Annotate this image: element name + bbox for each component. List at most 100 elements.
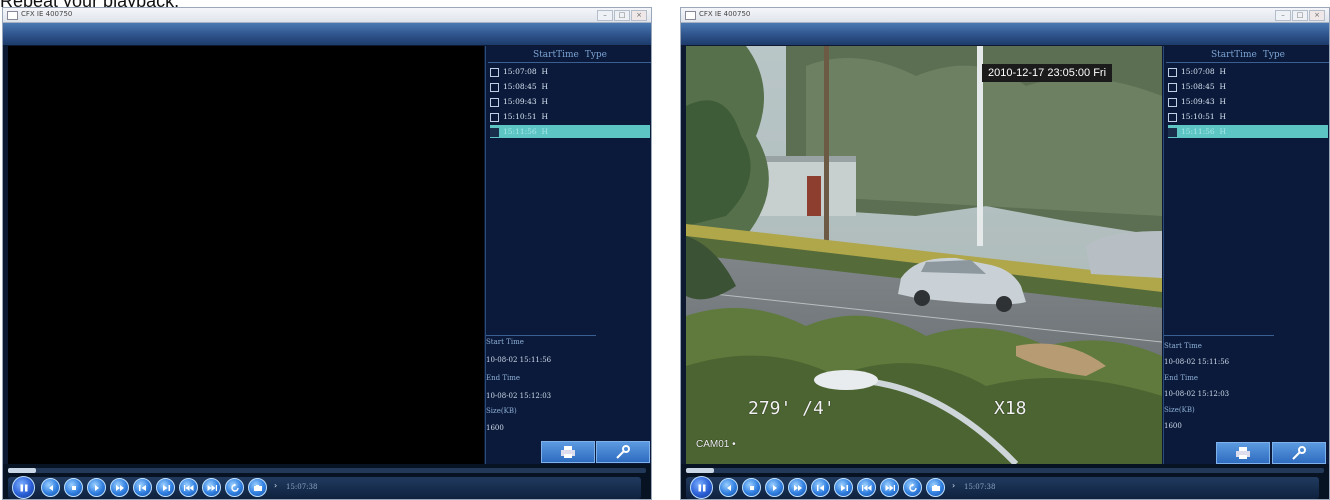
record-checkbox[interactable] [490, 67, 499, 77]
repeat-icon [230, 483, 239, 492]
prev-button[interactable] [41, 478, 60, 497]
maximize-button[interactable]: □ [1292, 10, 1308, 21]
time-arrow-icon: › [274, 481, 278, 490]
record-row[interactable]: 15:08:45 H [1168, 80, 1328, 93]
play-icon [772, 484, 777, 491]
record-row-selected[interactable]: 15:11:56 H [1168, 125, 1328, 138]
osd-camera-label: CAM01 [696, 439, 730, 450]
record-type: H [1219, 97, 1227, 106]
record-checkbox-checked[interactable] [1168, 127, 1177, 137]
record-checkbox[interactable] [490, 97, 499, 107]
start-time-column-header[interactable]: StartTime [533, 50, 579, 60]
end-time-label: End Time [1164, 374, 1199, 382]
progress-bar[interactable] [8, 468, 646, 473]
progress-knob[interactable] [8, 468, 36, 473]
play-button[interactable] [765, 478, 784, 497]
close-button[interactable]: × [631, 10, 647, 21]
window-title: CFX IE 400750 [21, 10, 73, 18]
next-frame-icon [840, 484, 848, 491]
record-row-selected[interactable]: 15:11:56 H [490, 125, 650, 138]
record-row[interactable]: 15:08:45 H [490, 80, 650, 93]
playback-window-left: CFX IE 400750 – □ × StartTime Type 15:07:… [2, 7, 652, 500]
size-value: 1600 [486, 424, 504, 432]
size-label: Size(KB) [1164, 406, 1195, 414]
prev-button[interactable] [719, 478, 738, 497]
record-list-header: StartTime Type [1164, 50, 1329, 62]
size-value: 1600 [1164, 422, 1182, 430]
repeat-button[interactable] [903, 478, 922, 497]
record-checkbox[interactable] [1168, 82, 1177, 92]
end-time-value: 10-08-02 15:12:03 [486, 392, 552, 400]
fast-forward-button[interactable] [788, 478, 807, 497]
progress-knob[interactable] [686, 468, 714, 473]
osd-zoom: X18 [994, 398, 1027, 419]
start-time-value: 10-08-02 15:11:56 [1164, 358, 1230, 366]
minimize-button[interactable]: – [1275, 10, 1291, 21]
osd-pan-tilt: 279' /4' [748, 398, 835, 419]
record-checkbox[interactable] [1168, 97, 1177, 107]
next-frame-icon [162, 484, 170, 491]
stop-button[interactable] [64, 478, 83, 497]
record-sidebar: StartTime Type 15:07:08 H 15:08:45 H 15:0… [1163, 46, 1329, 464]
type-column-header[interactable]: Type [585, 50, 607, 60]
header-strip [3, 23, 651, 45]
fast-forward-button[interactable] [110, 478, 129, 497]
snapshot-icon [253, 484, 262, 491]
record-time: 15:08:45 [1181, 82, 1215, 91]
skip-forward-button[interactable] [880, 478, 899, 497]
next-frame-button[interactable] [156, 478, 175, 497]
skip-forward-button[interactable] [202, 478, 221, 497]
record-type: H [1219, 127, 1227, 136]
settings-button[interactable] [1272, 442, 1326, 464]
video-area[interactable] [8, 46, 484, 464]
record-row[interactable]: 15:10:51 H [1168, 110, 1328, 123]
size-label: Size(KB) [486, 407, 517, 415]
next-frame-button[interactable] [834, 478, 853, 497]
video-area[interactable]: 2010-12-17 23:05:00 Fri 279' /4' X18 CAM… [686, 46, 1162, 464]
stop-icon [749, 485, 754, 490]
maximize-button[interactable]: □ [614, 10, 630, 21]
backup-button[interactable] [541, 441, 595, 463]
record-checkbox[interactable] [490, 112, 499, 122]
type-column-header[interactable]: Type [1263, 50, 1285, 60]
record-checkbox[interactable] [490, 82, 499, 92]
control-toolbar: › 15:07:38 [686, 476, 1319, 499]
record-checkbox-checked[interactable] [490, 127, 499, 137]
progress-bar[interactable] [686, 468, 1324, 473]
record-time: 15:11:56 [1181, 127, 1215, 136]
record-row[interactable]: 15:09:43 H [1168, 95, 1328, 108]
window-title: CFX IE 400750 [699, 10, 751, 18]
pause-button[interactable] [12, 476, 35, 499]
pause-button[interactable] [690, 476, 713, 499]
close-button[interactable]: × [1309, 10, 1325, 21]
record-type: H [541, 112, 549, 121]
record-row[interactable]: 15:07:08 H [490, 65, 650, 78]
backup-button[interactable] [1216, 442, 1270, 464]
snapshot-button[interactable] [926, 478, 945, 497]
time-arrow-icon: › [952, 481, 956, 490]
wrench-icon [1292, 446, 1306, 460]
record-time: 15:07:08 [1181, 67, 1215, 76]
rewind-button[interactable] [857, 478, 876, 497]
settings-button[interactable] [596, 441, 650, 463]
stop-button[interactable] [742, 478, 761, 497]
printer-icon [1236, 447, 1250, 459]
record-row[interactable]: 15:10:51 H [490, 110, 650, 123]
start-time-label: Start Time [1164, 342, 1202, 350]
previous-frame-button[interactable] [133, 478, 152, 497]
repeat-icon [908, 483, 917, 492]
record-row[interactable]: 15:07:08 H [1168, 65, 1328, 78]
previous-frame-button[interactable] [811, 478, 830, 497]
record-row[interactable]: 15:09:43 H [490, 95, 650, 108]
record-checkbox[interactable] [1168, 67, 1177, 77]
record-time: 15:10:51 [503, 112, 537, 121]
record-checkbox[interactable] [1168, 112, 1177, 122]
repeat-button[interactable] [225, 478, 244, 497]
minimize-button[interactable]: – [597, 10, 613, 21]
snapshot-button[interactable] [248, 478, 267, 497]
play-button[interactable] [87, 478, 106, 497]
stop-icon [71, 485, 76, 490]
rewind-button[interactable] [179, 478, 198, 497]
start-time-column-header[interactable]: StartTime [1211, 50, 1257, 60]
start-time-value: 10-08-02 15:11:56 [486, 356, 552, 364]
